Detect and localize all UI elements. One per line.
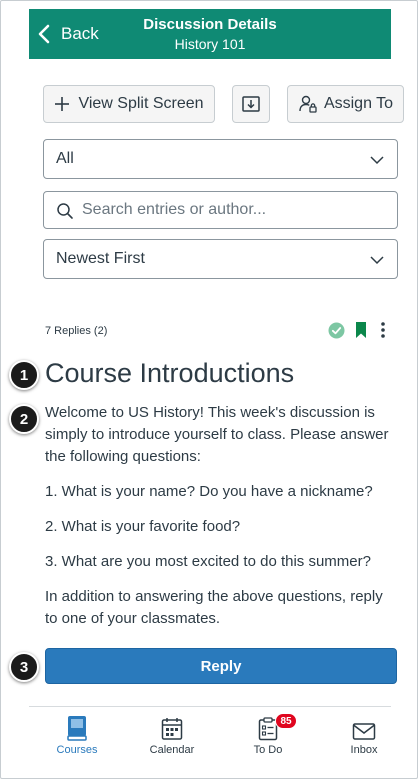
tab-todo[interactable]: 85 To Do [223,711,313,763]
page-subtitle: History 101 [174,36,246,52]
page-title: Discussion Details [143,16,277,33]
search-field[interactable] [43,191,398,229]
sort-value: Newest First [56,250,145,267]
tab-label: Inbox [350,744,378,756]
sort-select[interactable]: Newest First [43,239,398,279]
calendar-icon [161,718,183,740]
filter-value: All [56,150,74,167]
callout-marker-1: 1 [9,360,39,390]
check-circle-icon [328,322,345,338]
search-icon [57,203,73,219]
bottom-tab-bar: Courses Calendar 85 To Do Inbox [29,706,391,766]
body-paragraph: 3. What are you most excited to do this … [45,553,371,570]
app-frame: Back Discussion Details History 101 View… [0,0,418,779]
reply-button[interactable]: Reply [45,648,397,684]
body-paragraph: In addition to answering the above quest… [45,588,383,627]
body-paragraph: 1. What is your name? Do you have a nick… [45,483,373,500]
filter-select[interactable]: All [43,139,398,179]
callout-marker-2: 2 [9,404,39,434]
download-button[interactable] [232,85,270,123]
chevron-down-icon [370,256,384,265]
plus-icon [55,97,70,111]
split-screen-label: View Split Screen [78,95,204,112]
inbox-icon [352,723,376,740]
courses-icon [67,716,87,741]
todo-count-badge: 85 [275,713,297,729]
tab-calendar[interactable]: Calendar [127,711,217,763]
download-icon [242,96,260,112]
bookmark-icon[interactable] [355,321,367,339]
nav-header: Back Discussion Details History 101 [29,9,391,59]
user-lock-icon [299,95,317,113]
search-input[interactable] [82,201,382,219]
callout-marker-3: 3 [9,652,39,682]
replies-count: 7 Replies (2) [45,325,108,337]
more-options-icon[interactable] [380,321,386,339]
view-split-screen-button[interactable]: View Split Screen [43,85,215,123]
tab-label: Calendar [149,744,195,756]
body-paragraph: Welcome to US History! This week's discu… [45,404,389,465]
tab-label: To Do [253,744,283,756]
body-paragraph: 2. What is your favorite food? [45,518,241,535]
discussion-status [328,321,386,339]
discussion-body: Welcome to US History! This week's discu… [45,402,397,643]
chevron-down-icon [370,156,384,165]
tab-inbox[interactable]: Inbox [319,711,409,763]
assign-to-button[interactable]: Assign To [287,85,404,123]
discussion-title: Course Introductions [45,358,295,388]
tab-courses[interactable]: Courses [32,711,122,763]
assign-to-label: Assign To [323,95,394,112]
tab-label: Courses [56,744,98,756]
